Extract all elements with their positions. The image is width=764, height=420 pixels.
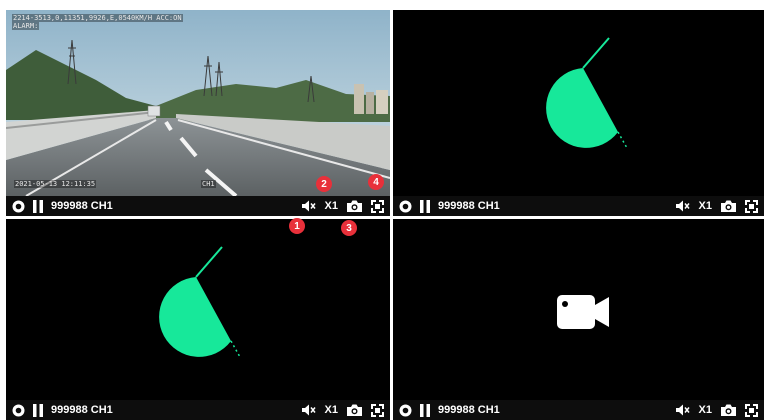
- road-video-frame: [6, 10, 390, 196]
- loading-spinner-icon: [546, 37, 628, 149]
- osd-channel: CH1: [201, 180, 216, 188]
- fullscreen-icon[interactable]: [745, 199, 758, 213]
- callout-badge-4: 4: [368, 174, 384, 190]
- video-camera-icon: [557, 295, 609, 329]
- device-channel-label: 999988 CH1: [438, 404, 500, 416]
- camera-icon[interactable]: [721, 404, 736, 416]
- callout-badge-3: 3: [341, 220, 357, 236]
- record-icon[interactable]: [12, 200, 25, 213]
- pause-icon[interactable]: [33, 403, 43, 417]
- video-player-2[interactable]: 999988 CH1 X1: [393, 10, 764, 216]
- record-icon[interactable]: [399, 404, 412, 417]
- device-channel-label: 999988 CH1: [51, 404, 113, 416]
- mute-icon[interactable]: [675, 200, 690, 212]
- player-control-bar: 999988 CH1 X1: [393, 400, 764, 420]
- fullscreen-icon[interactable]: [371, 199, 384, 213]
- loading-spinner-icon: [159, 246, 241, 358]
- device-channel-label: 999988 CH1: [438, 200, 500, 212]
- fullscreen-icon[interactable]: [745, 403, 758, 417]
- osd-timestamp: 2021-05-13 12:11:35: [14, 180, 97, 188]
- video-feed[interactable]: [393, 10, 764, 196]
- video-feed[interactable]: 2214-3513,0,11351,9926,E,0540KM/H ACC:ON…: [6, 10, 390, 196]
- video-player-3[interactable]: 999988 CH1 X1: [6, 219, 390, 420]
- record-icon[interactable]: [399, 200, 412, 213]
- camera-icon[interactable]: [347, 404, 362, 416]
- osd-alarm-line: ALARM:: [12, 22, 40, 30]
- video-player-4[interactable]: 999988 CH1 X1: [393, 219, 764, 420]
- video-feed[interactable]: [393, 219, 764, 400]
- mute-icon[interactable]: [301, 200, 316, 212]
- pause-icon[interactable]: [33, 199, 43, 213]
- callout-badge-1: 1: [289, 218, 305, 234]
- playback-speed[interactable]: X1: [699, 200, 712, 212]
- camera-icon[interactable]: [721, 200, 736, 212]
- video-feed[interactable]: [6, 219, 390, 400]
- video-player-1[interactable]: 2214-3513,0,11351,9926,E,0540KM/H ACC:ON…: [6, 10, 390, 216]
- callout-badge-2: 2: [316, 176, 332, 192]
- fullscreen-icon[interactable]: [371, 403, 384, 417]
- playback-speed[interactable]: X1: [325, 200, 338, 212]
- osd-status-line: 2214-3513,0,11351,9926,E,0540KM/H ACC:ON: [12, 14, 183, 22]
- player-control-bar: 999988 CH1 X1: [393, 196, 764, 216]
- pause-icon[interactable]: [420, 199, 430, 213]
- player-control-bar: 999988 CH1 X1: [6, 400, 390, 420]
- player-control-bar: 999988 CH1 X1: [6, 196, 390, 216]
- record-icon[interactable]: [12, 404, 25, 417]
- pause-icon[interactable]: [420, 403, 430, 417]
- device-channel-label: 999988 CH1: [51, 200, 113, 212]
- mute-icon[interactable]: [301, 404, 316, 416]
- playback-speed[interactable]: X1: [325, 404, 338, 416]
- mute-icon[interactable]: [675, 404, 690, 416]
- playback-speed[interactable]: X1: [699, 404, 712, 416]
- camera-icon[interactable]: [347, 200, 362, 212]
